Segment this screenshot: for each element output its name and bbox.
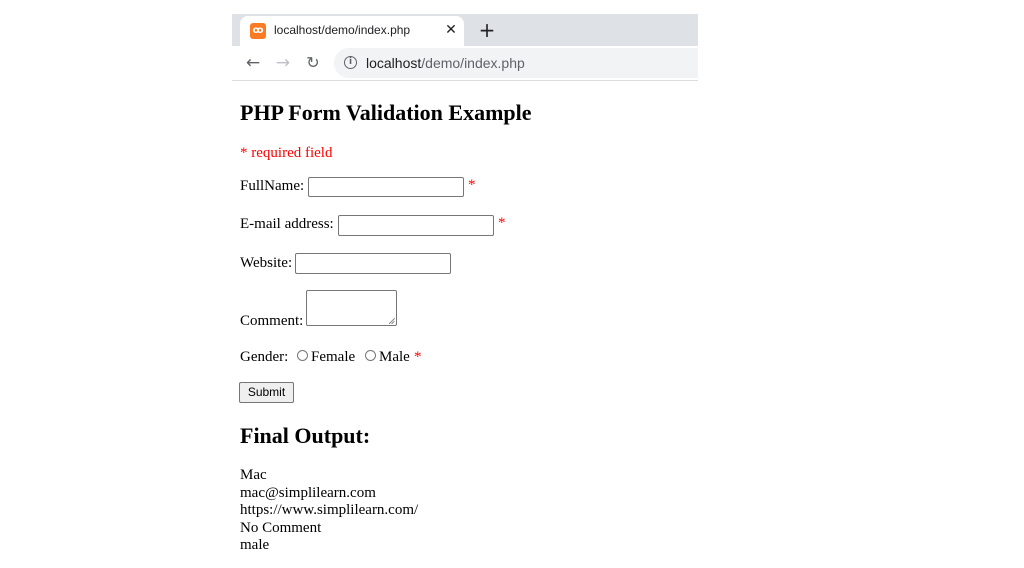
gender-female-label: Female bbox=[311, 349, 356, 365]
info-icon[interactable]: i bbox=[344, 56, 357, 69]
output-website: https://www.simplilearn.com/ bbox=[240, 502, 419, 518]
url-host: localhost bbox=[366, 55, 422, 71]
new-tab-icon[interactable]: + bbox=[476, 19, 498, 41]
page-title: PHP Form Validation Example bbox=[240, 100, 532, 125]
fullname-label: FullName: bbox=[240, 178, 305, 194]
close-tab-icon[interactable]: ✕ bbox=[442, 21, 460, 39]
output-name: Mac bbox=[240, 467, 267, 483]
output-email: mac@simplilearn.com bbox=[240, 485, 376, 501]
fullname-input[interactable] bbox=[308, 177, 464, 197]
email-input[interactable] bbox=[338, 215, 494, 236]
gender-male-label: Male bbox=[379, 349, 410, 365]
browser-toolbar: ← → ↻ i localhost/demo/index.php bbox=[232, 46, 698, 81]
tab-strip: ꝏ localhost/demo/index.php ✕ + bbox=[232, 14, 698, 46]
email-required-mark: * bbox=[498, 215, 506, 231]
comment-label: Comment: bbox=[240, 313, 304, 329]
url-path: /demo/index.php bbox=[421, 55, 525, 71]
tab-localhost[interactable]: ꝏ localhost/demo/index.php ✕ bbox=[240, 16, 464, 46]
output-title: Final Output: bbox=[240, 423, 371, 448]
output-gender: male bbox=[240, 537, 270, 553]
fullname-required-mark: * bbox=[468, 177, 476, 193]
reload-icon[interactable]: ↻ bbox=[302, 52, 324, 74]
tab-title: localhost/demo/index.php bbox=[274, 23, 411, 37]
resize-grip-icon[interactable] bbox=[389, 318, 395, 324]
xampp-favicon-icon: ꝏ bbox=[250, 23, 266, 39]
gender-female-radio[interactable] bbox=[297, 350, 308, 361]
submit-button[interactable]: Submit bbox=[239, 382, 294, 403]
comment-textarea[interactable] bbox=[306, 290, 397, 326]
back-arrow-icon[interactable]: ← bbox=[242, 52, 264, 74]
website-input[interactable] bbox=[295, 253, 451, 274]
url-text: localhost/demo/index.php bbox=[366, 55, 525, 71]
gender-label: Gender: bbox=[240, 349, 289, 365]
required-field-note: * required field bbox=[240, 145, 333, 161]
website-label: Website: bbox=[240, 255, 293, 271]
address-bar[interactable]: i localhost/demo/index.php bbox=[334, 48, 698, 78]
gender-required-mark: * bbox=[414, 349, 422, 365]
output-comment: No Comment bbox=[240, 520, 322, 536]
forward-arrow-icon[interactable]: → bbox=[272, 52, 294, 74]
email-label: E-mail address: bbox=[240, 216, 334, 232]
gender-male-radio[interactable] bbox=[365, 350, 376, 361]
